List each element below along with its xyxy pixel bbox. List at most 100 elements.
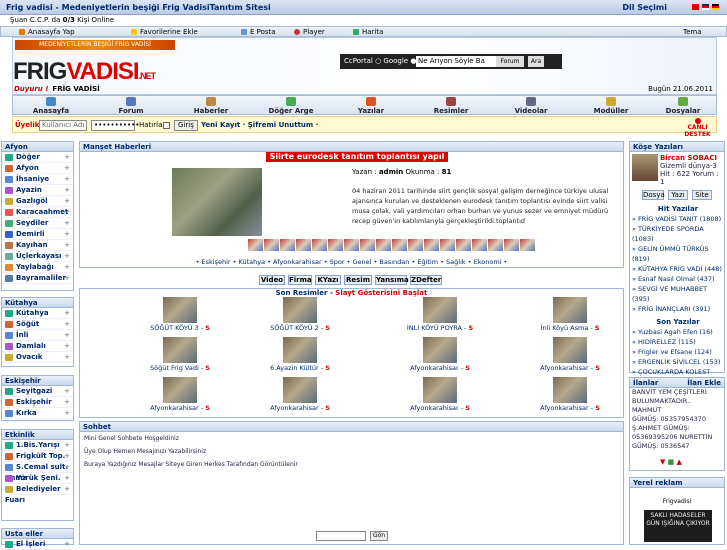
gallery-image[interactable] [423, 337, 457, 363]
chat-send-button[interactable]: Gön [370, 531, 388, 541]
tab-kyazi[interactable]: KYazı [315, 275, 341, 285]
tab-yansima[interactable]: Yansıma [375, 275, 409, 285]
flag-de-icon[interactable] [712, 4, 719, 10]
gallery-image[interactable] [163, 297, 197, 323]
ilan-line[interactable]: GÜMÜŞ: 0536547 [630, 442, 724, 451]
gallery-image[interactable] [283, 337, 317, 363]
thumb[interactable] [280, 239, 295, 251]
gallery-image[interactable] [163, 337, 197, 363]
thumb[interactable] [264, 239, 279, 251]
gallery-image[interactable] [423, 297, 457, 323]
sidebar-item-afyon[interactable]: İhsaniye [2, 174, 73, 185]
sidebar-item-afyon[interactable]: Seydiler [2, 218, 73, 229]
ilan-line[interactable]: 05369395206 NURETTİN [630, 433, 724, 442]
headline[interactable]: Siirte eurodesk tanıtım toplantısı yapıl [266, 152, 448, 162]
ilan-line[interactable]: GÜMÜŞ: 05357954370 [630, 415, 724, 424]
nav-videolar[interactable]: Videolar [501, 96, 561, 116]
article-link[interactable]: » HIDIRELLEZ (115) [630, 337, 726, 347]
sidebar-item-kutahya[interactable]: İnli [2, 330, 73, 341]
gallery-item[interactable]: Afyonkarahisar - S [520, 337, 620, 377]
thumb[interactable] [456, 239, 471, 251]
nav-haberler[interactable]: Haberler [181, 96, 241, 116]
sidebar-item-afyon[interactable]: Döğer [2, 152, 73, 163]
sidebar-item-afyon[interactable]: Yaylabağı [2, 262, 73, 273]
prev-icon[interactable]: ▼ [660, 458, 665, 466]
gallery-image[interactable] [553, 377, 587, 403]
flag-tr-icon[interactable] [692, 4, 699, 10]
live-support[interactable]: CANLI DESTEK [679, 118, 716, 138]
sidebar-item-etkinlik[interactable]: 1.Bis.Yarışı [2, 440, 73, 451]
login-button[interactable]: Giriş [174, 120, 198, 131]
search-button[interactable]: Ara [528, 56, 544, 67]
article-link[interactable]: » SEVGİ VE MUHABBET (395) [630, 284, 726, 304]
thumb[interactable] [328, 239, 343, 251]
search-scope-select[interactable]: Forum [496, 56, 524, 67]
thumb[interactable] [392, 239, 407, 251]
gallery-image[interactable] [163, 377, 197, 403]
sidebar-item-afyon[interactable]: Ayazin [2, 185, 73, 196]
sidebar-item-afyon[interactable]: Üçlerkayası [2, 251, 73, 262]
article-link[interactable]: » Yuzbasi Agah Efen (16) [630, 327, 726, 337]
gallery-item[interactable]: Afyonkarahisar - S [130, 377, 230, 417]
sidebar-item-etkinlik[interactable]: Belediyeler Fuarı [2, 484, 73, 504]
thumb[interactable] [440, 239, 455, 251]
article-link[interactable]: » Frigler ve Efsane (124) [630, 347, 726, 357]
sidebar-item-kutahya[interactable]: Ovacık [2, 352, 73, 363]
chat-input[interactable] [316, 531, 366, 541]
thumb[interactable] [312, 239, 327, 251]
gallery-item[interactable]: Afyonkarahisar - S [390, 377, 490, 417]
gallery-image[interactable] [283, 297, 317, 323]
sidebar-item-kutahya[interactable]: Damlalı [2, 341, 73, 352]
homepage-link[interactable]: Anasayfa Yap [19, 27, 75, 37]
map-link[interactable]: Harita [353, 27, 383, 37]
article-link[interactable]: » KÜTAHYA FRİG VADİ (448) [630, 264, 726, 274]
article-link[interactable]: » ERGENLİK SİVİLCEL (153) [630, 357, 726, 367]
thumb[interactable] [488, 239, 503, 251]
thumb[interactable] [376, 239, 391, 251]
gallery-item[interactable]: İnli Köyü Asma - S [520, 297, 620, 337]
kose-dosya-button[interactable]: Dosya [642, 190, 665, 200]
gallery-item[interactable]: Afyonkarahisar - S [250, 377, 350, 417]
sidebar-item-etkinlik[interactable]: S.Cemal sult. Anma [2, 462, 73, 482]
thumb[interactable] [472, 239, 487, 251]
gallery-item[interactable]: SÖĞÜT KÖYÜ 2 - S [250, 297, 350, 337]
nav-anasayfa[interactable]: Anasayfa [21, 96, 81, 116]
reklam-banner[interactable]: SAKLI HADASELER GÜN IŞIĞINA ÇIKIYOR [644, 510, 712, 542]
email-link[interactable]: E Posta [241, 27, 276, 37]
thumb[interactable] [344, 239, 359, 251]
flag-uk-icon[interactable] [702, 4, 709, 10]
gallery-image[interactable] [553, 297, 587, 323]
username-field[interactable]: Kullanıcı Adı [39, 120, 87, 131]
gallery-item[interactable]: SÖĞÜT KÖYÜ 3 - S [130, 297, 230, 337]
gallery-item[interactable]: Afyonkarahisar - S [390, 337, 490, 377]
article-link[interactable]: » FRİG İNANÇLARI (391) [630, 304, 726, 314]
gallery-item[interactable]: Afyonkarahisar - S [520, 377, 620, 417]
remember-checkbox[interactable] [163, 122, 170, 129]
thumb[interactable] [408, 239, 423, 251]
sidebar-item-eskisehir[interactable]: Eskişehir [2, 397, 73, 408]
slideshow-link[interactable]: Slayt Gösterisini Başlat [335, 289, 427, 297]
article-link[interactable]: » Esnaf Nasıl Olmal (437) [630, 274, 726, 284]
nav-doger-arge[interactable]: Döğer Arge [261, 96, 321, 116]
thumb[interactable] [248, 239, 263, 251]
gallery-image[interactable] [283, 377, 317, 403]
kose-site-button[interactable]: Site [692, 190, 712, 200]
favorites-link[interactable]: Favorilerine Ekle [131, 27, 198, 37]
sidebar-item-etkinlik[interactable]: Yörük Şeni. [2, 473, 73, 484]
tab-firma[interactable]: Firma [288, 275, 312, 285]
register-links[interactable]: Yeni Kayıt · Şifremi Unuttum · [201, 117, 318, 134]
stop-icon[interactable]: ■ [668, 458, 675, 466]
ilan-line[interactable]: BULUNMAKTADIR.. MAHMUT [630, 397, 724, 415]
kose-yazi-button[interactable]: Yazı [668, 190, 688, 200]
tab-video[interactable]: Video [259, 275, 285, 285]
category-tags[interactable]: • Eskişehir • Kütahya • Afyonkarahisar •… [80, 258, 623, 266]
gallery-item[interactable]: Söğüt Frig Vadi - S [130, 337, 230, 377]
thumb[interactable] [504, 239, 519, 251]
ilan-ekle-link[interactable]: İlan Ekle [687, 378, 721, 388]
nav-yazilar[interactable]: Yazılar [341, 96, 401, 116]
sidebar-item-kutahya[interactable]: Kütahya [2, 308, 73, 319]
article-link[interactable]: » FRİG VADİSİ TANIT (1808) [630, 214, 726, 224]
nav-moduller[interactable]: Modüller [581, 96, 641, 116]
site-logo[interactable]: FRIGVADISI.NET [13, 58, 156, 86]
headline-photo[interactable] [172, 168, 262, 236]
